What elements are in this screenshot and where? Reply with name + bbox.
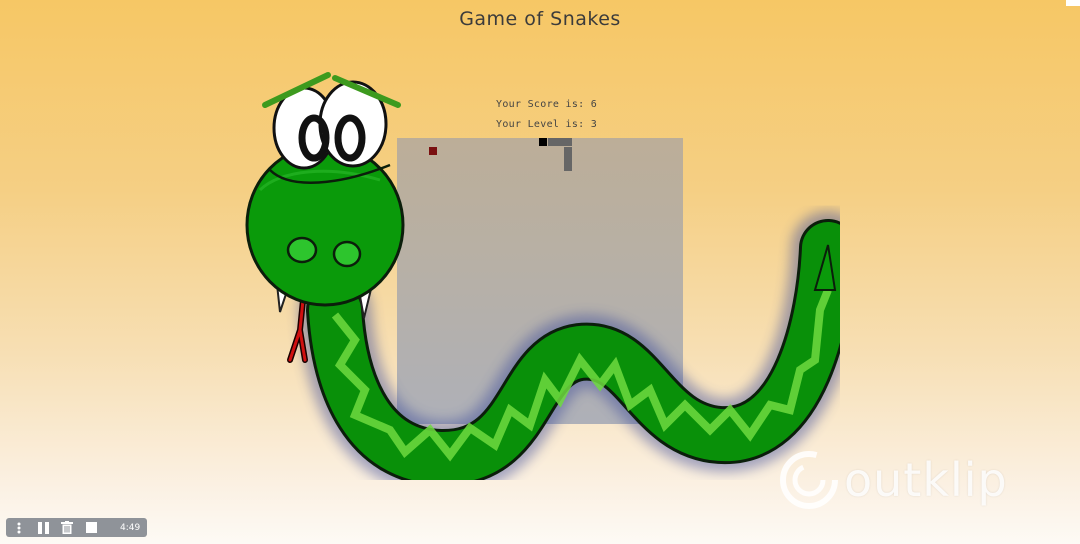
menu-button[interactable]	[6, 518, 32, 537]
recording-time: 4:49	[120, 522, 141, 533]
snake-segment	[564, 155, 572, 163]
snake-segment	[564, 147, 572, 155]
score-label: Your Score is: 6	[496, 99, 598, 110]
outklip-watermark: outklip	[778, 450, 1008, 510]
menu-icon	[17, 522, 21, 533]
trash-icon	[61, 521, 73, 534]
recorder-controls: 4:49	[6, 518, 147, 537]
snake-segment	[556, 138, 564, 146]
food-cell	[429, 147, 437, 155]
level-label: Your Level is: 3	[496, 119, 598, 130]
watermark-text: outklip	[844, 453, 1008, 507]
stop-icon	[85, 522, 97, 533]
snake-segment	[564, 138, 572, 146]
snake-head	[539, 138, 547, 146]
delete-button[interactable]	[54, 518, 80, 537]
top-right-corner	[1066, 0, 1080, 6]
snake-segment	[564, 163, 572, 171]
snake-segment	[548, 138, 556, 146]
outklip-logo-icon	[780, 451, 838, 509]
pause-button[interactable]	[32, 518, 54, 537]
game-title: Game of Snakes	[459, 8, 621, 30]
stop-button[interactable]	[80, 518, 102, 537]
game-board[interactable]	[397, 138, 683, 424]
pause-icon	[37, 521, 49, 534]
